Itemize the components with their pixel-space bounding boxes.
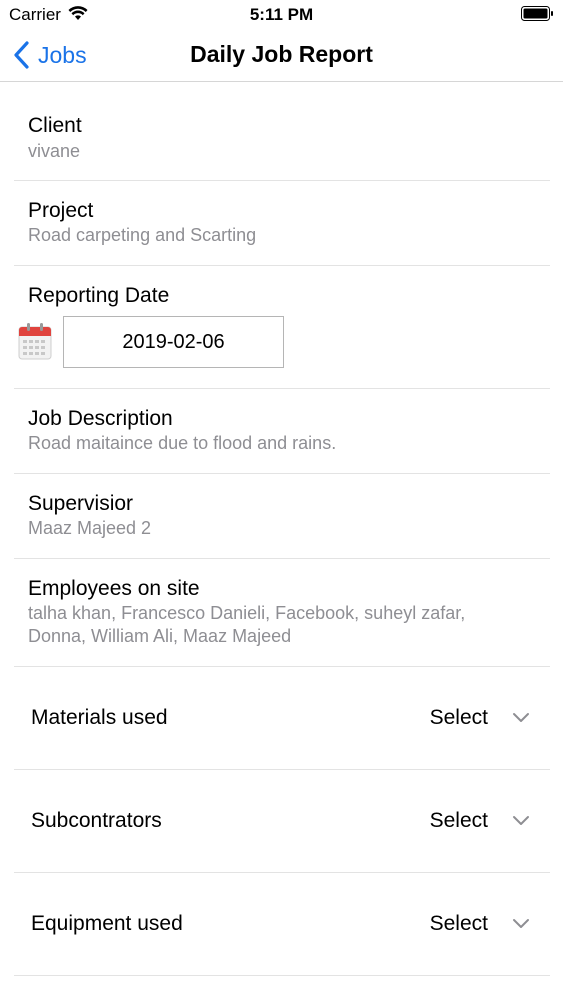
reporting-date-field[interactable]: 2019-02-06 xyxy=(63,316,284,368)
supervisor-label: Supervisior xyxy=(28,492,134,515)
equipment-select[interactable]: Select xyxy=(430,912,530,936)
materials-select[interactable]: Select xyxy=(430,706,530,730)
employees-value-line-1: talha khan, Francesco Danieli, Facebook,… xyxy=(28,603,466,623)
subcontractors-select[interactable]: Select xyxy=(430,809,530,833)
clock: 5:11 PM xyxy=(249,5,314,24)
equipment-label: Equipment used xyxy=(31,912,183,935)
materials-select-value: Select xyxy=(429,706,488,729)
battery-icon xyxy=(521,6,553,21)
project-row: Project Road carpeting and Scarting xyxy=(14,181,550,266)
project-label: Project xyxy=(28,199,94,222)
job-description-value: Road maitaince due to flood and rains. xyxy=(28,433,337,453)
subcontractors-label: Subcontrators xyxy=(31,809,162,832)
employees-row: Employees on site talha khan, Francesco … xyxy=(14,559,550,667)
client-row: Client vivane xyxy=(14,82,550,181)
client-value: vivane xyxy=(28,141,81,161)
chevron-down-icon xyxy=(513,816,529,825)
job-description-row: Job Description Road maitaince due to fl… xyxy=(14,389,550,474)
reporting-date-label: Reporting Date xyxy=(28,284,170,307)
reporting-date-row: Reporting Date 2019-02-06 xyxy=(14,266,550,389)
equipment-select-value: Select xyxy=(429,912,488,935)
client-label: Client xyxy=(28,114,82,137)
calendar-icon[interactable] xyxy=(18,322,52,360)
chevron-down-icon xyxy=(513,713,529,722)
supervisor-value: Maaz Majeed 2 xyxy=(28,518,152,538)
project-value: Road carpeting and Scarting xyxy=(28,225,257,245)
materials-row[interactable]: Materials used Select xyxy=(14,667,550,770)
employees-value-line-2: Donna, William Ali, Maaz Majeed xyxy=(28,626,292,646)
materials-label: Materials used xyxy=(31,706,168,729)
page-title: Daily Job Report xyxy=(190,41,373,67)
subcontractors-select-value: Select xyxy=(429,809,488,832)
chevron-down-icon xyxy=(513,919,529,928)
navigation-bar: Jobs Daily Job Report xyxy=(0,30,563,82)
job-description-label: Job Description xyxy=(28,407,173,430)
status-bar: Carrier 5:11 PM xyxy=(0,0,563,30)
subcontractors-row[interactable]: Subcontrators Select xyxy=(14,770,550,873)
equipment-row[interactable]: Equipment used Select xyxy=(14,873,550,976)
supervisor-row: Supervisior Maaz Majeed 2 xyxy=(14,474,550,559)
employees-label: Employees on site xyxy=(28,577,200,600)
